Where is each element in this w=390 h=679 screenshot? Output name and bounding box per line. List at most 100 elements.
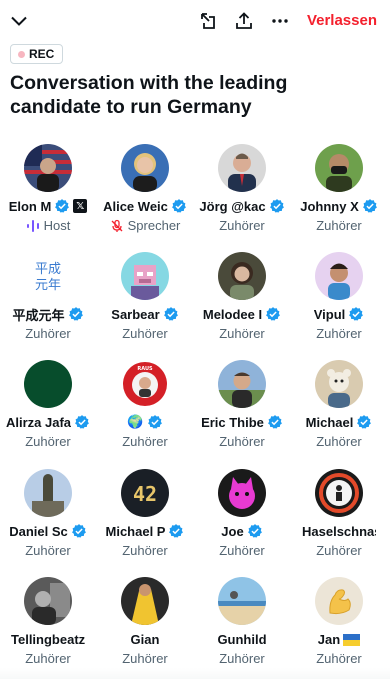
participant-name-line: Tellingbeatz (2, 630, 94, 648)
verified-badge-icon (169, 524, 184, 538)
participant-card[interactable]: Daniel Sc Zuhörer (0, 467, 96, 575)
participant-card[interactable]: 平成 元年 平成元年 Zuhörer (0, 250, 96, 358)
participant-role: Zuhörer (194, 218, 290, 233)
participant-card[interactable]: Gunhild Zuhörer (194, 575, 290, 679)
participant-role: Zuhörer (291, 326, 387, 341)
avatar[interactable] (218, 469, 266, 517)
avatar[interactable] (315, 360, 363, 408)
participant-card[interactable]: Elon M 𝕏 Host (0, 142, 96, 250)
avatar[interactable] (315, 252, 363, 300)
participant-card[interactable]: Alice Weic Sprecher (97, 142, 193, 250)
verified-badge-icon (357, 415, 372, 429)
participant-card[interactable]: Haselschnas Zuhörer (291, 467, 387, 575)
participant-name-line: Joe (196, 522, 288, 540)
avatar[interactable]: RAUS (121, 360, 169, 408)
role-label: Zuhörer (25, 434, 71, 449)
participant-role: Zuhörer (97, 651, 193, 666)
participant-name-line: Alice Weic (99, 197, 191, 215)
participant-card[interactable]: Vipul Zuhörer (291, 250, 387, 358)
avatar[interactable] (218, 144, 266, 192)
avatar[interactable]: 42 (121, 469, 169, 517)
participant-name-line: Jan (293, 630, 385, 648)
verified-badge-icon (349, 307, 364, 321)
participant-role: Zuhörer (291, 543, 387, 558)
chevron-down-icon[interactable] (8, 10, 30, 32)
participant-name: Alirza Jafa (5, 414, 72, 430)
participant-name: Joe (221, 523, 244, 539)
participant-role: Zuhörer (97, 434, 193, 449)
participant-role: Zuhörer (194, 326, 290, 341)
avatar[interactable] (24, 360, 72, 408)
participant-name: Jan (317, 631, 341, 647)
avatar[interactable] (24, 469, 72, 517)
participant-name-line: Haselschnas (293, 522, 385, 540)
participant-role: Zuhörer (0, 651, 96, 666)
participant-name: 平成元年 (12, 307, 65, 323)
role-label: Zuhörer (219, 218, 265, 233)
avatar[interactable] (315, 577, 363, 625)
participant-card[interactable]: Gian Zuhörer (97, 575, 193, 679)
participant-name: Daniel Sc (9, 523, 68, 539)
role-label: Sprecher (127, 218, 181, 233)
participant-name-line: Eric Thibe (196, 413, 288, 431)
recording-dot-icon (18, 50, 25, 58)
participant-card[interactable]: Jan Zuhörer (291, 575, 387, 679)
participant-role: Zuhörer (194, 651, 290, 666)
avatar[interactable] (24, 577, 72, 625)
participant-card[interactable]: Melodee I Zuhörer (194, 250, 290, 358)
verified-badge-icon (71, 524, 86, 538)
participant-role: Zuhörer (291, 218, 387, 233)
participant-role: Zuhörer (0, 434, 96, 449)
participant-name-line: Gunhild (196, 630, 288, 648)
verified-badge-icon (147, 415, 162, 429)
avatar[interactable] (121, 252, 169, 300)
share-icon[interactable] (233, 10, 255, 32)
avatar[interactable] (121, 577, 169, 625)
avatar[interactable] (218, 577, 266, 625)
participant-name-line: Jörg @kac (196, 197, 288, 215)
participant-name-line: Melodee I (196, 305, 288, 323)
participant-card[interactable]: Jörg @kac Zuhörer (194, 142, 290, 250)
avatar[interactable] (218, 360, 266, 408)
participant-name: Haselschnas (302, 523, 376, 539)
participant-role: Zuhörer (291, 651, 387, 666)
minimize-icon[interactable] (197, 10, 219, 32)
participant-role: Zuhörer (291, 434, 387, 449)
participant-card[interactable]: Michael Zuhörer (291, 358, 387, 466)
avatar[interactable] (121, 144, 169, 192)
role-label: Zuhörer (316, 543, 362, 558)
space-title: Conversation with the leading candidate … (10, 72, 288, 118)
avatar[interactable] (315, 469, 363, 517)
participant-card[interactable]: Tellingbeatz Zuhörer (0, 575, 96, 679)
top-bar: Verlassen (0, 0, 390, 42)
participant-card[interactable]: Joe Zuhörer (194, 467, 290, 575)
avatar[interactable] (218, 252, 266, 300)
participant-card[interactable]: Eric Thibe Zuhörer (194, 358, 290, 466)
rec-badge: REC (10, 44, 64, 64)
participant-card[interactable]: Alirza Jafa Zuhörer (0, 358, 96, 466)
participant-card[interactable]: Johnny X Zuhörer (291, 142, 387, 250)
participant-card[interactable]: Sarbear Zuhörer (97, 250, 193, 358)
avatar[interactable]: 平成 元年 (24, 252, 72, 300)
participant-name-line: 平成元年 (2, 305, 94, 323)
participant-card[interactable]: RAUS 🌍 Zuhörer (97, 358, 193, 466)
participant-role: Zuhörer (97, 543, 193, 558)
role-label: Zuhörer (122, 326, 168, 341)
verified-badge-icon (75, 415, 89, 429)
leave-button[interactable]: Verlassen (307, 12, 377, 29)
role-label: Zuhörer (316, 651, 362, 666)
bottom-edge (0, 668, 390, 679)
svg-text:42: 42 (133, 482, 157, 506)
more-icon[interactable] (269, 10, 291, 32)
participant-name: Alice Weic (103, 198, 168, 214)
verified-badge-icon (68, 307, 83, 321)
x-affiliate-icon: 𝕏 (73, 199, 88, 213)
avatar[interactable] (315, 144, 363, 192)
avatar[interactable] (24, 144, 72, 192)
participant-name: Michael (305, 414, 354, 430)
participant-name-line: Daniel Sc (2, 522, 94, 540)
participant-name: Gian (130, 631, 160, 647)
role-label: Zuhörer (316, 218, 362, 233)
participant-card[interactable]: 42 Michael P Zuhörer (97, 467, 193, 575)
participant-role: Sprecher (97, 218, 193, 233)
